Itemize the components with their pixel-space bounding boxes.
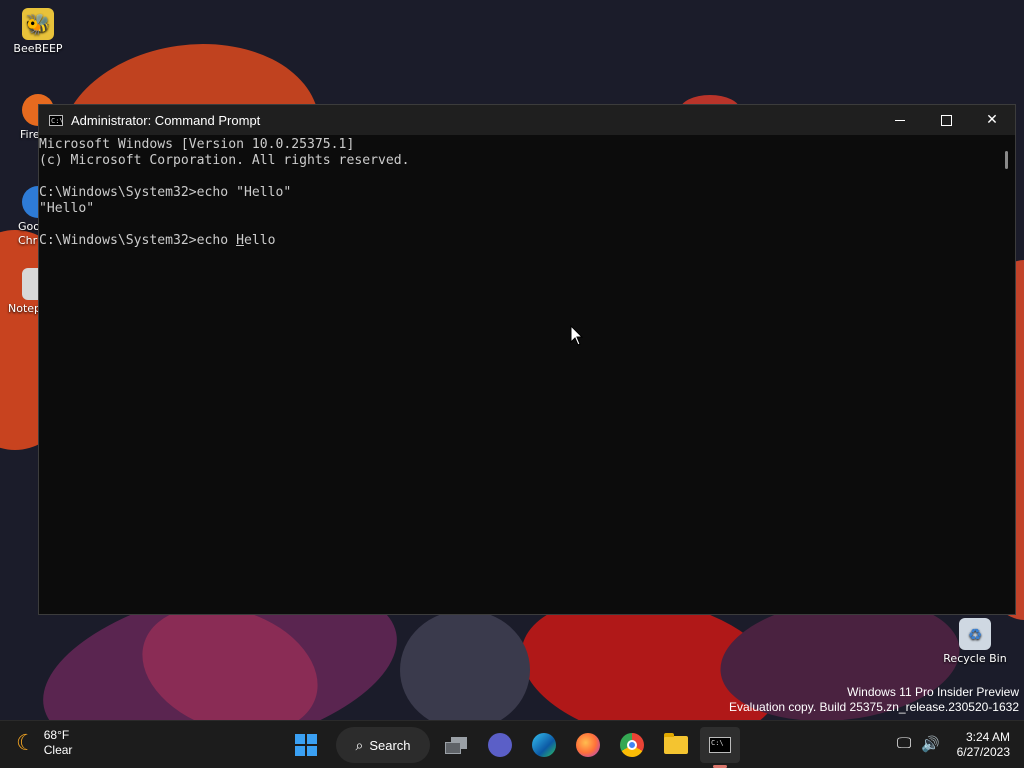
console-line: "Hello" [39, 201, 95, 216]
close-button[interactable]: ✕ [969, 105, 1015, 135]
clock-time: 3:24 AM [965, 730, 1010, 744]
console-line: ​ [39, 217, 999, 233]
close-icon: ✕ [986, 112, 998, 128]
prompt-text-after: ello [243, 233, 276, 248]
console-input-line[interactable]: C:\Windows\System32>echo Hello [39, 233, 999, 249]
window-title: Administrator: Command Prompt [71, 112, 261, 128]
network-icon[interactable]: 🖵 [897, 735, 911, 753]
beebeep-icon: 🐝 [22, 8, 54, 40]
meet-icon [488, 733, 512, 757]
desktop-icon-beebeep[interactable]: 🐝 BeeBEEP [0, 8, 76, 55]
firefox-icon [576, 733, 600, 757]
recycle-bin-icon: ♻ [959, 618, 991, 650]
console-line: C:\Windows\System32>echo "Hello" [39, 185, 292, 200]
minimize-icon [895, 119, 905, 121]
vertical-scrollbar[interactable] [999, 135, 1015, 614]
desktop-icon-label: Recycle Bin [943, 652, 1007, 665]
meet-button[interactable] [482, 727, 518, 763]
clock[interactable]: 3:24 AM 6/27/2023 [957, 730, 1010, 760]
file-explorer-button[interactable] [658, 727, 694, 763]
task-view-button[interactable] [438, 727, 474, 763]
title-bar[interactable]: C:\ Administrator: Command Prompt ✕ [39, 105, 1015, 135]
scrollbar-thumb[interactable] [1005, 151, 1008, 169]
console-line: (c) Microsoft Corporation. All rights re… [39, 153, 410, 168]
console-output[interactable]: Microsoft Windows [Version 10.0.25375.1]… [39, 135, 999, 614]
edge-icon [532, 733, 556, 757]
maximize-button[interactable] [923, 105, 969, 135]
maximize-icon [940, 114, 952, 126]
volume-icon[interactable]: 🔊 [921, 735, 940, 753]
chrome-icon [620, 733, 644, 757]
moon-icon: ☾ [16, 730, 36, 755]
search-icon: ⌕ [355, 736, 364, 753]
console-line: ​ [39, 169, 999, 185]
task-view-icon [445, 737, 467, 754]
system-tray[interactable]: 🖵 🔊 [897, 735, 940, 753]
windows-watermark: Windows 11 Pro Insider Preview Evaluatio… [729, 685, 1019, 715]
text-cursor: H [236, 233, 244, 248]
prompt-text: C:\Windows\System32>echo [39, 233, 237, 248]
command-prompt-window[interactable]: C:\ Administrator: Command Prompt ✕ Micr… [38, 104, 1016, 615]
taskbar: ☾ 68°F Clear ⌕ Search C:\ 🖵 🔊 3:24 AM 6/… [0, 720, 1024, 768]
edge-button[interactable] [526, 727, 562, 763]
console-line: Microsoft Windows [Version 10.0.25375.1] [39, 137, 355, 152]
wallpaper-shape [400, 610, 530, 720]
chrome-button[interactable] [614, 727, 650, 763]
mouse-pointer-icon [570, 325, 584, 346]
desktop-icon-label: BeeBEEP [13, 42, 63, 55]
windows-logo-icon [295, 734, 317, 756]
console-icon: C:\ [709, 737, 731, 753]
desktop-icon-recycle-bin[interactable]: ♻ Recycle Bin [937, 618, 1013, 665]
console-icon: C:\ [49, 114, 64, 126]
watermark-line: Windows 11 Pro Insider Preview [847, 685, 1019, 699]
minimize-button[interactable] [877, 105, 923, 135]
search-label: Search [369, 737, 411, 753]
weather-condition: Clear [43, 743, 73, 757]
weather-widget[interactable]: ☾ 68°F Clear [16, 728, 72, 758]
command-prompt-taskbar-button[interactable]: C:\ [700, 727, 740, 763]
firefox-button[interactable] [570, 727, 606, 763]
watermark-line: Evaluation copy. Build 25375.zn_release.… [729, 700, 1019, 714]
clock-date: 6/27/2023 [956, 745, 1010, 759]
folder-icon [664, 733, 688, 754]
search-button[interactable]: ⌕ Search [336, 727, 430, 763]
weather-temperature: 68°F [43, 728, 70, 742]
start-button[interactable] [288, 727, 324, 763]
